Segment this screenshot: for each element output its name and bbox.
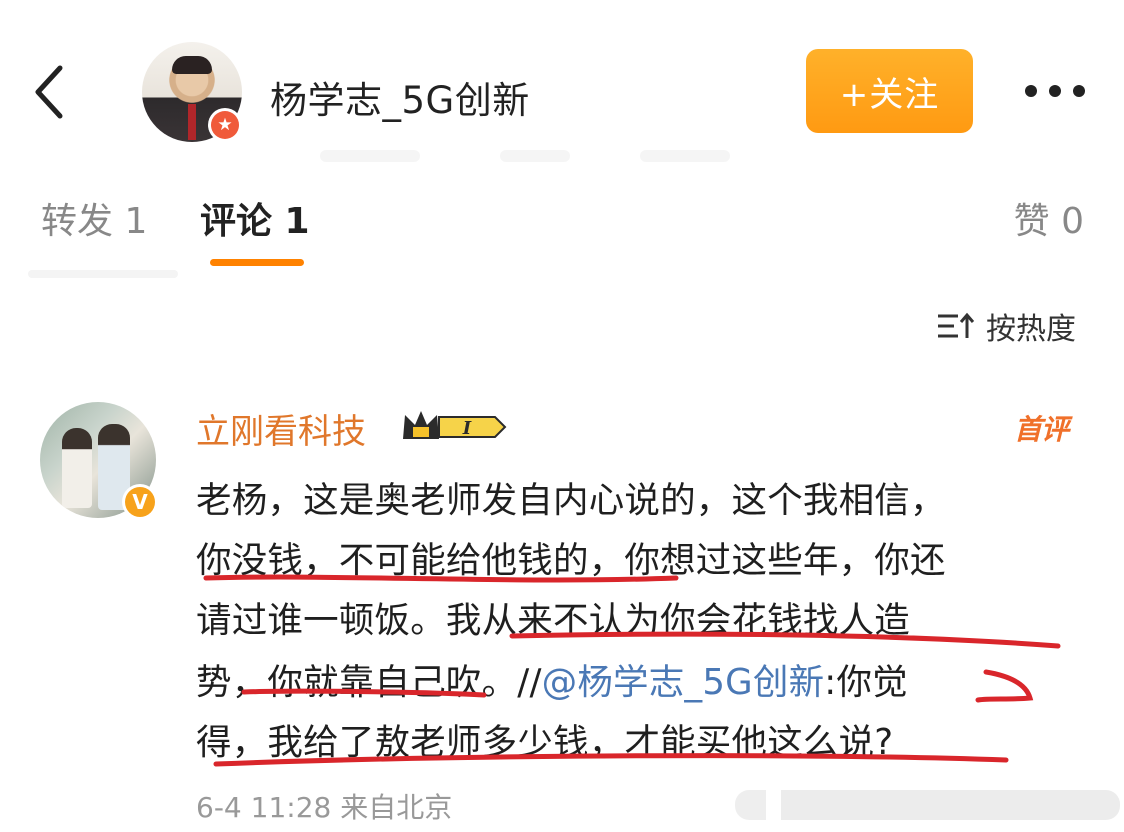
member-crown-icon: I: [399, 405, 511, 447]
page-title[interactable]: 杨学志_5G创新: [270, 70, 530, 124]
more-dots-icon: [1025, 85, 1085, 97]
divider: [28, 270, 178, 278]
verified-v-icon: V: [122, 484, 158, 520]
active-tab-indicator: [210, 259, 304, 266]
blur-artifact: [500, 150, 570, 162]
sort-button[interactable]: 按热度: [936, 306, 1076, 347]
comment-text: :你觉: [824, 662, 908, 703]
comment-meta: 6-4 11:28 来自北京: [196, 791, 453, 824]
tab-comment[interactable]: 评论 1: [200, 192, 310, 244]
comment-text-line: 你没钱，不可能给他钱的，你想过这些年，你还: [196, 540, 946, 581]
verify-mark: V: [125, 487, 155, 517]
first-comment-badge: 首评: [1014, 413, 1069, 446]
blur-artifact: [735, 790, 1120, 820]
level-label: I: [462, 418, 472, 439]
comment-text-line: 请过谁一顿饭。我从来不认为你会花钱找人造: [196, 600, 911, 641]
tab-repost[interactable]: 转发 1: [41, 192, 147, 244]
verified-badge-icon: ★: [208, 108, 242, 142]
comment-text: 势，你就靠自己吹。//: [196, 662, 542, 703]
tab-like[interactable]: 赞 0: [1014, 192, 1084, 244]
sort-icon: [938, 312, 975, 338]
back-button[interactable]: [28, 62, 76, 122]
comment-text-line: 老杨，这是奥老师发自内心说的，这个我相信，: [196, 480, 946, 521]
comment-text-line: 势，你就靠自己吹。//@杨学志_5G创新:你觉: [196, 654, 908, 705]
sort-label: 按热度: [986, 312, 1076, 347]
chevron-left-icon: [35, 65, 63, 119]
commenter-name[interactable]: 立刚看科技: [196, 404, 366, 453]
follow-button[interactable]: +关注: [806, 49, 973, 133]
comment-text-line: 得，我给了敖老师多少钱，才能买他这么说?: [196, 722, 894, 763]
blur-artifact: [640, 150, 730, 162]
more-options-button[interactable]: [1022, 78, 1088, 104]
blur-artifact: [320, 150, 420, 162]
mention-link[interactable]: @杨学志_5G创新: [542, 662, 825, 703]
